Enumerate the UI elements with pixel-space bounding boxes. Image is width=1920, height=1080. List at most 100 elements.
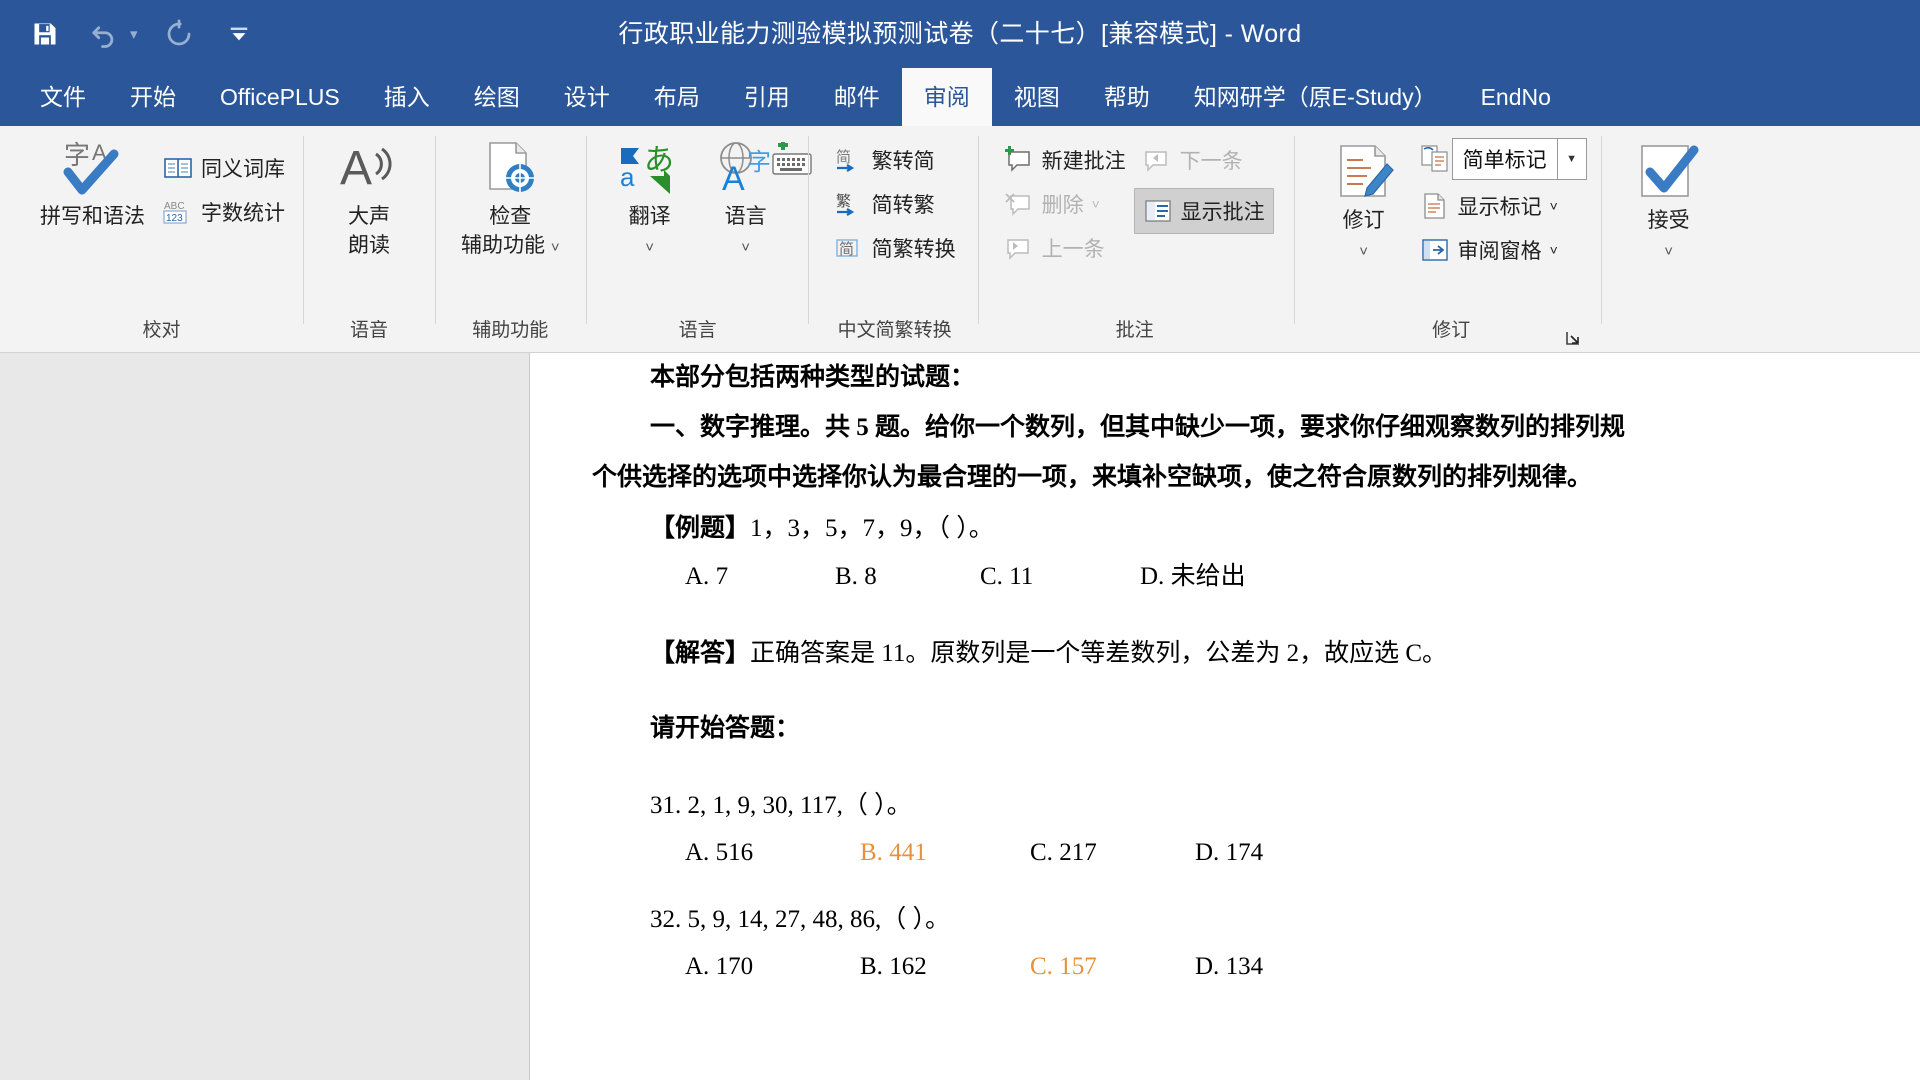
example-option: C. 11 bbox=[980, 564, 1033, 589]
chevron-down-icon[interactable]: ˅ bbox=[741, 239, 750, 256]
chinese-conversion-button[interactable]: 简 简繁转换 bbox=[826, 226, 964, 270]
tab-3[interactable]: 插入 bbox=[362, 68, 452, 126]
next-comment-label: 下一条 bbox=[1179, 150, 1243, 173]
tab-4[interactable]: 绘图 bbox=[452, 68, 542, 126]
tab-1[interactable]: 开始 bbox=[108, 68, 198, 126]
accept-button[interactable]: 接受 ˅ bbox=[1621, 132, 1717, 266]
thesaurus-button[interactable]: 同义词库 bbox=[155, 146, 293, 190]
show-comments-button[interactable]: 显示批注 bbox=[1133, 188, 1274, 234]
svg-text:简: 简 bbox=[836, 149, 851, 166]
display-for-review-combo[interactable]: 简单标记 ▼ bbox=[1418, 138, 1587, 180]
spell-check-icon: 字 A bbox=[58, 136, 128, 202]
reviewing-pane-label: 审阅窗格 bbox=[1457, 240, 1542, 263]
answer-text: 正确答案是 11。原数列是一个等差数列，公差为 2，故应选 C。 bbox=[750, 640, 1448, 667]
new-comment-button[interactable]: 新建批注 bbox=[996, 138, 1134, 182]
chevron-down-icon[interactable]: ˅ bbox=[1550, 242, 1558, 258]
option-label: C. bbox=[980, 563, 1010, 590]
q32-option: A. 170 bbox=[685, 954, 753, 979]
option-value: 516 bbox=[715, 839, 754, 866]
delete-comment-button[interactable]: 删除 ˅ bbox=[996, 182, 1134, 226]
q32-option: C. 157 bbox=[1030, 954, 1097, 979]
instruction-line-2: 个供选择的选项中选择你认为最合理的一项，来填补空缺项，使之符合原数列的排列规律。 bbox=[592, 464, 1593, 491]
spelling-and-grammar-button[interactable]: 字 A 拼写和语法 bbox=[30, 132, 155, 231]
doc-line-example: 【例题】1，3，5，7，9，（ ）。 bbox=[650, 516, 994, 541]
answer-label: 【解答】 bbox=[650, 640, 751, 667]
word-count-button[interactable]: ABC 123 字数统计 bbox=[155, 190, 293, 234]
tab-5[interactable]: 设计 bbox=[542, 68, 632, 126]
tab-2[interactable]: OfficePLUS bbox=[198, 68, 362, 126]
ribbon-group-tracking-label: 修订 bbox=[1316, 316, 1587, 352]
ribbon-group-changes: 接受 ˅ bbox=[1600, 126, 1727, 352]
chinese-conversion-label: 简繁转换 bbox=[871, 238, 956, 261]
accessibility-check-icon bbox=[474, 136, 546, 202]
chevron-down-icon[interactable]: ▼ bbox=[1557, 138, 1587, 180]
svg-text:123: 123 bbox=[166, 213, 183, 224]
option-value: 217 bbox=[1059, 839, 1097, 866]
more-icon[interactable] bbox=[220, 15, 258, 53]
redo-icon[interactable] bbox=[160, 15, 198, 53]
tab-10[interactable]: 视图 bbox=[992, 68, 1082, 126]
document-page[interactable]: 本部分包括两种类型的试题： 一、数字推理。共 5 题。给你一个数列，但其中缺少一项… bbox=[529, 353, 1920, 1080]
tab-0[interactable]: 文件 bbox=[18, 68, 108, 126]
chevron-down-icon[interactable]: ˅ bbox=[1664, 243, 1673, 260]
option-label: C. bbox=[1030, 839, 1060, 866]
thesaurus-label: 同义词库 bbox=[201, 158, 285, 181]
svg-text:A: A bbox=[340, 142, 372, 195]
tab-11[interactable]: 帮助 bbox=[1082, 68, 1172, 126]
ribbon-group-changes-label bbox=[1621, 316, 1717, 352]
translate-button[interactable]: a あ 翻译 ˅ bbox=[602, 132, 698, 262]
undo-icon[interactable] bbox=[86, 15, 124, 53]
tab-6[interactable]: 布局 bbox=[632, 68, 722, 126]
example-sequence: 1，3，5，7，9，（ ）。 bbox=[750, 515, 994, 542]
save-icon[interactable] bbox=[26, 15, 64, 53]
svg-text:A: A bbox=[722, 160, 745, 198]
ribbon-group-proofing: 字 A 拼写和语法 同义词库 ABC 123 字数统计 校对 bbox=[0, 126, 303, 352]
simplified-to-traditional-button[interactable]: 繁 简转繁 bbox=[826, 182, 964, 226]
doc-line-intro: 本部分包括两种类型的试题： bbox=[650, 365, 975, 390]
chevron-down-icon[interactable]: ˅ bbox=[645, 239, 654, 256]
track-changes-button[interactable]: 修订 ˅ bbox=[1316, 132, 1412, 266]
translate-label: 翻译 bbox=[628, 205, 671, 228]
tab-13[interactable]: EndNo bbox=[1459, 68, 1573, 126]
dialog-launcher-icon[interactable] bbox=[1565, 330, 1581, 346]
language-icon: A 字 bbox=[714, 136, 778, 202]
display-for-review-value[interactable]: 简单标记 bbox=[1451, 138, 1558, 180]
chevron-down-icon[interactable]: ˅ bbox=[551, 239, 560, 256]
check-accessibility-button[interactable]: 检查 辅助功能 ˅ bbox=[451, 132, 570, 262]
simplified-to-traditional-label: 简转繁 bbox=[871, 194, 935, 217]
next-comment-button[interactable]: 下一条 bbox=[1134, 138, 1274, 182]
option-value: 441 bbox=[889, 839, 927, 866]
option-label: B. bbox=[860, 953, 890, 980]
reviewing-pane-button[interactable]: 审阅窗格 ˅ bbox=[1412, 228, 1587, 272]
undo-chevron-down-icon[interactable]: ▾ bbox=[130, 25, 138, 43]
show-comments-label: 显示批注 bbox=[1180, 201, 1265, 224]
option-value: 170 bbox=[715, 953, 754, 980]
chevron-down-icon[interactable]: ˅ bbox=[1092, 196, 1100, 212]
svg-text:字: 字 bbox=[64, 140, 90, 170]
chevron-down-icon[interactable]: ˅ bbox=[1359, 243, 1368, 260]
svg-text:ABC: ABC bbox=[164, 201, 185, 212]
traditional-to-simplified-button[interactable]: 简 繁转简 bbox=[826, 138, 964, 182]
chevron-down-icon[interactable]: ˅ bbox=[1550, 198, 1558, 214]
read-aloud-button[interactable]: A 大声 朗读 bbox=[321, 132, 417, 260]
tab-8[interactable]: 邮件 bbox=[812, 68, 902, 126]
tab-9[interactable]: 审阅 bbox=[901, 68, 992, 126]
ribbon-group-chinese-conversion-label: 中文简繁转换 bbox=[837, 320, 952, 341]
svg-text:繁: 繁 bbox=[836, 193, 851, 210]
show-markup-button[interactable]: 显示标记 ˅ bbox=[1412, 184, 1587, 228]
previous-comment-button[interactable]: 上一条 bbox=[996, 226, 1134, 270]
example-option: A. 7 bbox=[685, 564, 728, 589]
question-number: 32. bbox=[650, 906, 688, 933]
delete-comment-label: 删除 bbox=[1041, 194, 1084, 217]
q31-option: A. 516 bbox=[685, 840, 753, 865]
track-changes-label: 修订 bbox=[1342, 209, 1385, 232]
tab-12[interactable]: 知网研学（原E-Study） bbox=[1172, 68, 1459, 126]
ribbon-group-language-label: 语言 bbox=[678, 320, 717, 341]
doc-line-q31: 31. 2, 1, 9, 30, 117,（ ）。 bbox=[650, 793, 912, 818]
comment-next-icon bbox=[1142, 145, 1172, 175]
q31-option: B. 441 bbox=[860, 840, 927, 865]
check-accessibility-label-line1: 检查 bbox=[489, 205, 532, 228]
tab-7[interactable]: 引用 bbox=[722, 68, 812, 126]
option-value: 174 bbox=[1225, 839, 1264, 866]
word-count-label: 字数统计 bbox=[201, 202, 285, 225]
